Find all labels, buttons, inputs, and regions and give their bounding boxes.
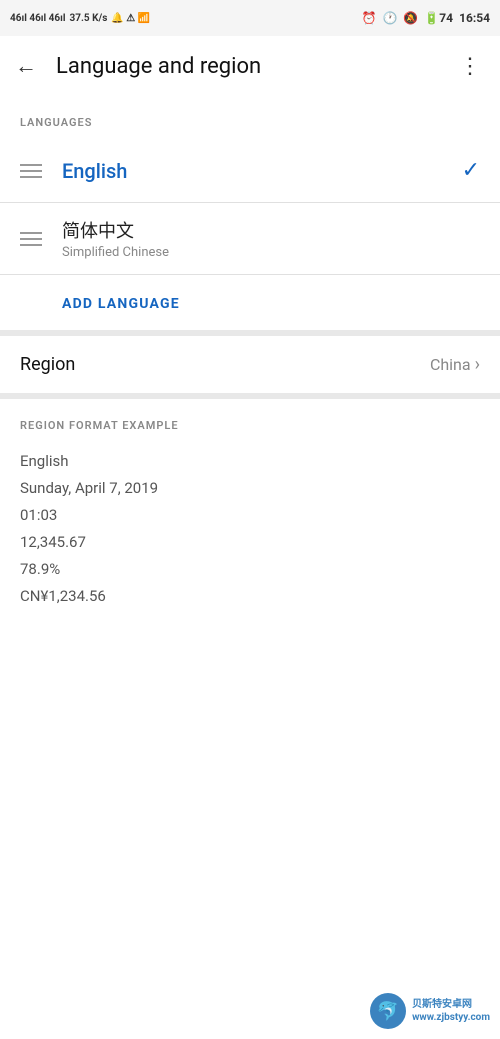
format-line-date: Sunday, April 7, 2019 — [20, 475, 480, 502]
page-title: Language and region — [48, 54, 448, 79]
english-info: English — [62, 159, 462, 183]
watermark: 🐬 贝斯特安卓网 www.zjbstyy.com — [370, 993, 490, 1029]
add-language-label: ADD LANGUAGE — [62, 296, 180, 312]
drag-line-2 — [20, 170, 42, 172]
drag-line-1 — [20, 232, 42, 234]
languages-section-header: LANGUAGES — [0, 96, 500, 139]
region-chevron-icon: › — [475, 354, 480, 375]
drag-line-2 — [20, 238, 42, 240]
watermark-icon: 🐬 — [370, 993, 406, 1029]
battery-icon: 🔋74 — [424, 11, 453, 25]
format-line-english: English — [20, 448, 480, 475]
add-language-button[interactable]: ADD LANGUAGE — [0, 275, 500, 336]
watermark-text: 贝斯特安卓网 www.zjbstyy.com — [412, 998, 490, 1024]
chinese-info: 简体中文 Simplified Chinese — [62, 217, 480, 260]
status-bar: 46ıl 46ıl 46ıl 37.5 K/s 🔔 ⚠ 📶 ⏰ 🕐 🔕 🔋74 … — [0, 0, 500, 36]
time-display: 16:54 — [459, 11, 490, 25]
status-left: 46ıl 46ıl 46ıl 37.5 K/s 🔔 ⚠ 📶 — [10, 13, 150, 24]
region-row[interactable]: Region China › — [0, 336, 500, 399]
notification-icons: 🔔 ⚠ 📶 — [111, 13, 150, 24]
alarm-icon: ⏰ — [362, 11, 377, 25]
format-line-number: 12,345.67 — [20, 529, 480, 556]
region-value: China — [430, 355, 471, 374]
more-options-button[interactable]: ⋮ — [448, 44, 492, 88]
drag-line-1 — [20, 164, 42, 166]
drag-line-3 — [20, 244, 42, 246]
format-line-time: 01:03 — [20, 502, 480, 529]
chinese-subtitle: Simplified Chinese — [62, 245, 480, 260]
format-section-header: REGION FORMAT EXAMPLE — [0, 399, 500, 440]
drag-line-3 — [20, 176, 42, 178]
drag-handle-english[interactable] — [20, 164, 42, 178]
status-right: ⏰ 🕐 🔕 🔋74 16:54 — [362, 11, 491, 25]
toolbar: ← Language and region ⋮ — [0, 36, 500, 96]
format-line-percent: 78.9% — [20, 556, 480, 583]
format-examples: English Sunday, April 7, 2019 01:03 12,3… — [0, 440, 500, 634]
format-line-currency: CN¥1,234.56 — [20, 583, 480, 610]
language-item-english[interactable]: English ✓ — [0, 139, 500, 203]
back-button[interactable]: ← — [4, 44, 48, 88]
chinese-name: 简体中文 — [62, 217, 480, 243]
signal-text: 46ıl 46ıl 46ıl — [10, 13, 66, 24]
english-checkmark: ✓ — [462, 158, 480, 183]
drag-handle-chinese[interactable] — [20, 232, 42, 246]
speed-text: 37.5 K/s — [70, 13, 108, 24]
region-label: Region — [20, 354, 430, 375]
english-name: English — [62, 159, 462, 183]
alarm2-icon: 🕐 — [382, 11, 397, 25]
language-item-chinese[interactable]: 简体中文 Simplified Chinese — [0, 203, 500, 275]
mute-icon: 🔕 — [403, 11, 418, 25]
